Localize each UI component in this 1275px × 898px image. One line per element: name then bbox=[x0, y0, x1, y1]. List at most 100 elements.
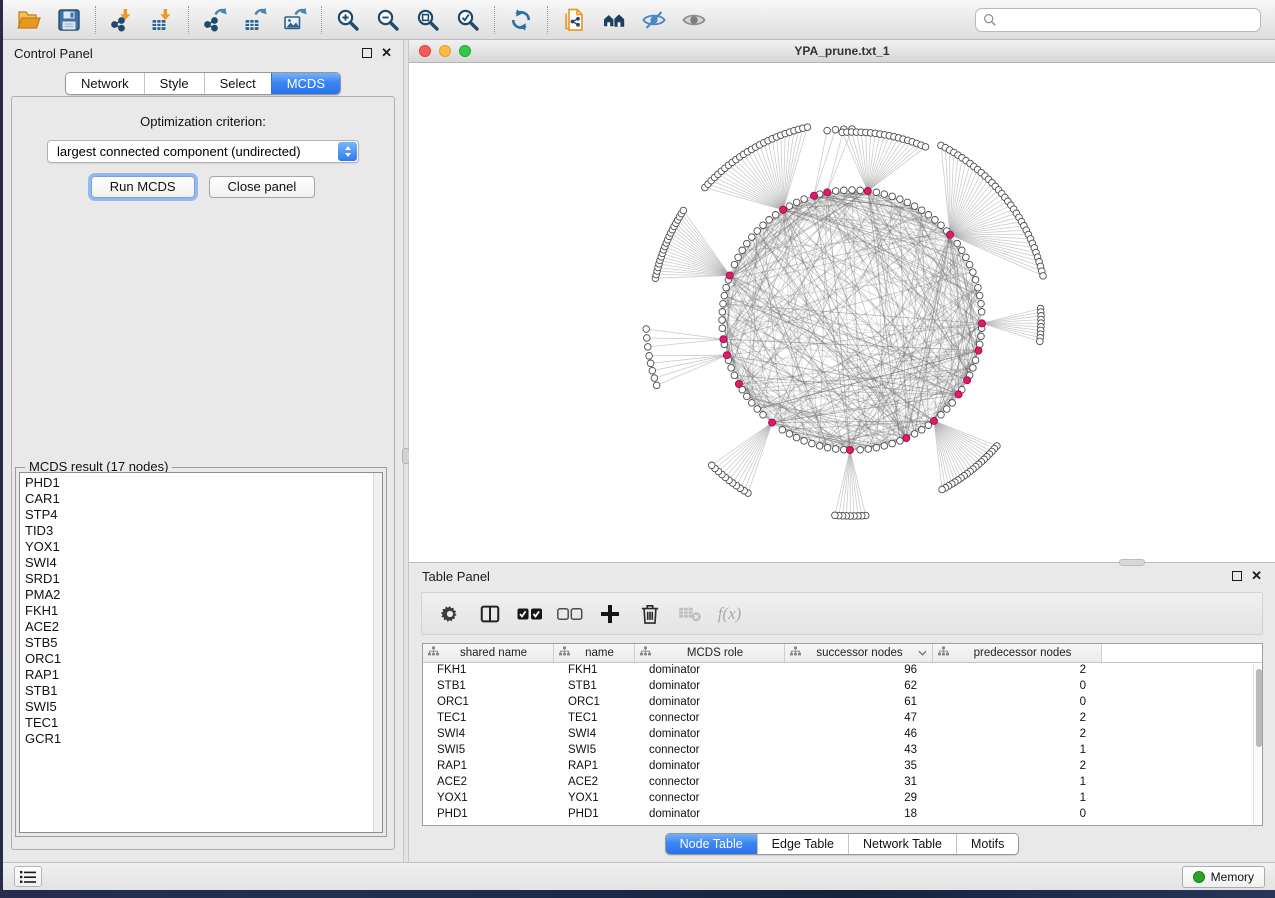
table-row[interactable]: STB1STB1dominator620 bbox=[423, 680, 1253, 696]
network-leaf-node[interactable] bbox=[1040, 273, 1047, 280]
network-hub-node[interactable] bbox=[780, 206, 787, 213]
tab-network-table[interactable]: Network Table bbox=[848, 834, 956, 854]
network-hub-node[interactable] bbox=[726, 272, 733, 279]
mcds-result-item[interactable]: ORC1 bbox=[25, 651, 382, 667]
network-leaf-node[interactable] bbox=[646, 353, 653, 360]
mcds-result-item[interactable]: TEC1 bbox=[25, 715, 382, 731]
show-hidden-button[interactable] bbox=[674, 3, 714, 37]
network-node[interactable] bbox=[739, 247, 746, 254]
network-node[interactable] bbox=[932, 217, 939, 224]
network-node[interactable] bbox=[918, 207, 925, 214]
table-scrollbar[interactable] bbox=[1253, 664, 1262, 825]
tab-style[interactable]: Style bbox=[144, 73, 204, 94]
mcds-result-item[interactable]: PHD1 bbox=[25, 475, 382, 491]
table-row[interactable]: PHD1PHD1dominator180 bbox=[423, 808, 1253, 824]
export-network-button[interactable] bbox=[195, 3, 235, 37]
network-leaf-node[interactable] bbox=[649, 367, 656, 374]
show-all-button[interactable] bbox=[594, 3, 634, 37]
network-leaf-node[interactable] bbox=[647, 360, 654, 367]
network-node[interactable] bbox=[873, 444, 880, 451]
table-row[interactable]: ACE2ACE2connector311 bbox=[423, 776, 1253, 792]
column-header-shared-name[interactable]: shared name bbox=[423, 644, 554, 662]
network-node[interactable] bbox=[816, 443, 823, 450]
close-table-panel-icon[interactable]: ✕ bbox=[1251, 571, 1262, 581]
search-box[interactable] bbox=[975, 8, 1261, 32]
network-hub-node[interactable] bbox=[903, 435, 910, 442]
run-mcds-button[interactable]: Run MCDS bbox=[91, 176, 195, 198]
network-node[interactable] bbox=[857, 187, 864, 194]
network-node[interactable] bbox=[976, 341, 983, 348]
table-row[interactable]: RAP1RAP1dominator352 bbox=[423, 760, 1253, 776]
gear-button[interactable] bbox=[431, 596, 468, 632]
tab-motifs[interactable]: Motifs bbox=[956, 834, 1018, 854]
mcds-result-item[interactable]: PMA2 bbox=[25, 587, 382, 603]
column-header-predecessor-nodes[interactable]: predecessor nodes bbox=[933, 644, 1102, 662]
network-hub-node[interactable] bbox=[964, 377, 971, 384]
network-node[interactable] bbox=[889, 440, 896, 447]
mcds-result-item[interactable]: STB5 bbox=[25, 635, 382, 651]
float-table-panel-icon[interactable] bbox=[1232, 571, 1242, 581]
network-node[interactable] bbox=[793, 199, 800, 206]
network-node[interactable] bbox=[832, 188, 839, 195]
network-node[interactable] bbox=[963, 254, 970, 261]
mcds-result-item[interactable]: TID3 bbox=[25, 523, 382, 539]
network-node[interactable] bbox=[723, 284, 730, 291]
network-node[interactable] bbox=[801, 438, 808, 445]
network-hub-node[interactable] bbox=[947, 231, 954, 238]
network-node[interactable] bbox=[925, 212, 932, 219]
import-network-button[interactable] bbox=[102, 3, 142, 37]
trash-button[interactable] bbox=[631, 596, 668, 632]
network-node[interactable] bbox=[786, 203, 793, 210]
network-node[interactable] bbox=[749, 400, 756, 407]
mcds-result-item[interactable]: SRD1 bbox=[25, 571, 382, 587]
maximize-window-icon[interactable] bbox=[459, 45, 471, 57]
network-hub-node[interactable] bbox=[824, 189, 831, 196]
tab-node-table[interactable]: Node Table bbox=[666, 834, 757, 854]
network-leaf-node[interactable] bbox=[708, 462, 715, 469]
network-node[interactable] bbox=[744, 240, 751, 247]
network-node[interactable] bbox=[978, 309, 985, 316]
network-hub-node[interactable] bbox=[864, 188, 871, 195]
float-panel-icon[interactable] bbox=[362, 48, 372, 58]
network-hub-node[interactable] bbox=[720, 336, 727, 343]
network-node[interactable] bbox=[865, 446, 872, 453]
network-node[interactable] bbox=[809, 440, 816, 447]
network-node[interactable] bbox=[849, 187, 856, 194]
network-node[interactable] bbox=[949, 400, 956, 407]
network-leaf-node[interactable] bbox=[651, 375, 658, 382]
export-image-button[interactable] bbox=[275, 3, 315, 37]
network-leaf-node[interactable] bbox=[1037, 338, 1044, 345]
refresh-button[interactable] bbox=[501, 3, 541, 37]
network-hub-node[interactable] bbox=[931, 417, 938, 424]
network-node[interactable] bbox=[801, 196, 808, 203]
zoom-out-button[interactable] bbox=[368, 3, 408, 37]
network-node[interactable] bbox=[944, 406, 951, 413]
network-node[interactable] bbox=[978, 300, 985, 307]
split-view-button[interactable] bbox=[471, 596, 508, 632]
network-node[interactable] bbox=[911, 203, 918, 210]
network-leaf-node[interactable] bbox=[832, 512, 839, 519]
network-node[interactable] bbox=[772, 212, 779, 219]
network-node[interactable] bbox=[911, 431, 918, 438]
result-list-scrollbar[interactable] bbox=[373, 473, 382, 832]
mcds-result-item[interactable]: CAR1 bbox=[25, 491, 382, 507]
task-history-button[interactable] bbox=[14, 866, 42, 887]
mcds-result-item[interactable]: STB1 bbox=[25, 683, 382, 699]
import-table-button[interactable] bbox=[142, 3, 182, 37]
network-node[interactable] bbox=[873, 189, 880, 196]
new-from-selection-button[interactable] bbox=[554, 3, 594, 37]
network-node[interactable] bbox=[719, 317, 726, 324]
open-button[interactable] bbox=[9, 3, 49, 37]
table-row[interactable]: FKH1FKH1dominator962 bbox=[423, 664, 1253, 680]
network-node[interactable] bbox=[728, 365, 735, 372]
network-node[interactable] bbox=[754, 406, 761, 413]
network-node[interactable] bbox=[735, 254, 742, 261]
mcds-result-item[interactable]: SWI5 bbox=[25, 699, 382, 715]
tab-network[interactable]: Network bbox=[66, 73, 144, 94]
network-node[interactable] bbox=[904, 199, 911, 206]
network-node[interactable] bbox=[975, 284, 982, 291]
network-node[interactable] bbox=[744, 393, 751, 400]
horizontal-splitter-grip[interactable] bbox=[1119, 559, 1145, 566]
network-node[interactable] bbox=[749, 234, 756, 241]
network-node[interactable] bbox=[897, 196, 904, 203]
